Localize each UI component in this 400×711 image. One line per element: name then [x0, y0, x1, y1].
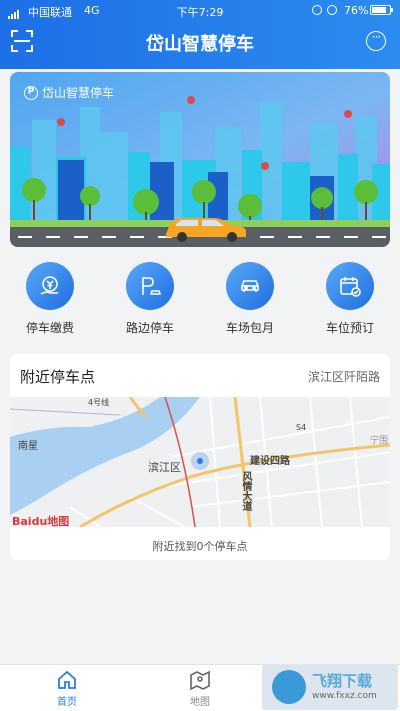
action-label: 车场包月	[225, 321, 274, 335]
map-label: 风情大道	[240, 471, 251, 511]
map-provider-logo: Baidu地图	[12, 515, 70, 527]
more-options-button[interactable]: ···	[366, 31, 386, 51]
yen-hand-icon	[26, 262, 74, 310]
tab-label: 首页	[57, 697, 77, 708]
map-label: 滨江区	[148, 461, 181, 474]
action-space-booking[interactable]: 车位预订	[310, 262, 390, 336]
tab-map[interactable]: 地图	[160, 669, 240, 708]
parking-logo-icon: P	[24, 85, 38, 100]
map-roads	[10, 397, 390, 527]
banner-brand-label: 岱山智慧停车	[42, 86, 115, 100]
tab-home[interactable]: 首页	[27, 669, 107, 708]
map-label: 4号线	[88, 398, 110, 407]
orientation-lock-icon	[327, 5, 337, 15]
nearby-parking-card: 附近停车点 滨江区阡陌路 南星 滨江区 建设四路 风情大道 4号线 S4 宁围 …	[10, 354, 390, 560]
action-label: 路边停车	[125, 321, 174, 335]
map-label: 建设四路	[250, 456, 290, 467]
section-title: 附近停车点	[20, 368, 96, 386]
action-parking-payment[interactable]: 停车缴费	[10, 262, 90, 336]
quick-actions: 停车缴费 路边停车 车场包月 车位预订	[0, 262, 400, 342]
map-view[interactable]: 南星 滨江区 建设四路 风情大道 4号线 S4 宁围 Baidu地图	[10, 397, 390, 527]
map-icon	[190, 670, 210, 691]
tab-label: 地图	[190, 697, 210, 708]
map-label: S4	[296, 423, 307, 432]
watermark-url: www.fxxz.com	[312, 691, 377, 701]
battery-percent: 76%	[344, 4, 369, 17]
page-title: 岱山智慧停车	[146, 34, 254, 55]
banner-brand: P 岱山智慧停车	[24, 84, 114, 101]
status-time: 下午7:29	[176, 6, 224, 19]
home-icon	[58, 670, 76, 689]
watermark-logo-icon	[272, 670, 306, 704]
action-monthly-pass[interactable]: 车场包月	[210, 262, 290, 336]
calendar-check-icon	[326, 262, 374, 310]
map-label: 宁围	[370, 436, 389, 446]
alarm-icon	[312, 5, 322, 15]
watermark-text: 飞翔下载	[312, 672, 373, 690]
status-bar: 中国联通 4G 下午7:29 76%	[0, 0, 400, 22]
current-location[interactable]: 滨江区阡陌路	[308, 368, 380, 385]
banner[interactable]: P 岱山智慧停车	[10, 72, 390, 247]
header: 中国联通 4G 下午7:29 76% 岱山智慧停车 ···	[0, 0, 400, 69]
action-roadside-parking[interactable]: 路边停车	[110, 262, 190, 336]
map-label: 南星	[18, 441, 38, 452]
roadside-parking-icon	[126, 262, 174, 310]
action-label: 停车缴费	[25, 321, 74, 335]
action-label: 车位预订	[325, 321, 374, 335]
nearby-result-text: 附近找到0个停车点	[152, 540, 248, 553]
car-icon	[226, 262, 274, 310]
battery-icon	[370, 5, 393, 15]
watermark: 飞翔下载 www.fxxz.com	[262, 664, 398, 710]
